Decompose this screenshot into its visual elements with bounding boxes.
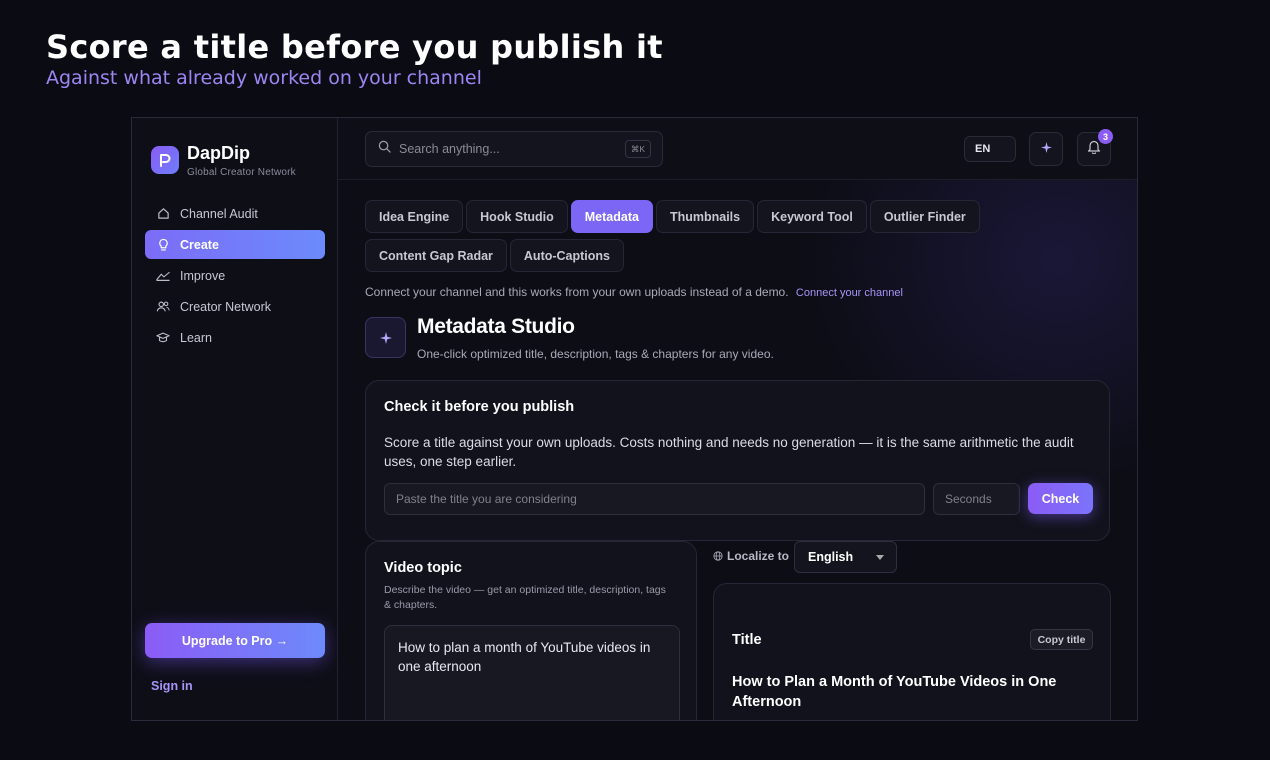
topic-textarea[interactable]: How to plan a month of YouTube videos in… <box>384 625 680 720</box>
app-window: DapDip Global Creator Network Channel Au… <box>131 117 1138 721</box>
sidebar-item-channel-audit[interactable]: Channel Audit <box>145 199 325 228</box>
sidebar-item-label: Channel Audit <box>180 206 258 221</box>
search-box[interactable]: ⌘K <box>365 131 663 167</box>
globe-icon <box>713 551 723 561</box>
sparkle-icon <box>1040 140 1052 158</box>
card-title: Check it before you publish <box>384 399 575 415</box>
lightbulb-icon <box>156 238 170 252</box>
check-button[interactable]: Check <box>1028 483 1093 514</box>
sign-in-link[interactable]: Sign in <box>151 679 193 693</box>
language-switcher[interactable]: EN <box>964 136 1016 162</box>
connect-text: Connect your channel and this works from… <box>365 285 789 299</box>
language-select[interactable]: English <box>794 541 897 573</box>
connect-notice: Connect your channel and this works from… <box>365 285 903 299</box>
generated-title-card: Title Copy title How to Plan a Month of … <box>713 583 1111 720</box>
hero-subtitle: Against what already worked on your chan… <box>46 67 482 89</box>
tab-content-gap-radar[interactable]: Content Gap Radar <box>365 239 507 272</box>
tab-thumbnails[interactable]: Thumbnails <box>655 200 755 233</box>
localize-text: Localize to <box>727 549 790 563</box>
connect-channel-link[interactable]: Connect your channel <box>796 287 903 299</box>
seconds-input[interactable] <box>933 483 1020 515</box>
copy-title-button[interactable]: Copy title <box>1030 629 1093 650</box>
sparkle-button[interactable] <box>1029 132 1063 166</box>
sidebar-item-improve[interactable]: Improve <box>145 261 325 290</box>
title-input[interactable] <box>384 483 925 515</box>
page-title: Metadata Studio <box>417 315 575 338</box>
card-description: Score a title against your own uploads. … <box>384 435 1074 469</box>
brand-name[interactable]: DapDip <box>187 143 250 164</box>
upgrade-button[interactable]: Upgrade to Pro → <box>145 623 325 658</box>
graduation-cap-icon <box>156 331 170 345</box>
tab-keyword-tool[interactable]: Keyword Tool <box>757 200 867 233</box>
tool-tabs: Idea Engine Hook Studio Metadata Thumbnails… <box>365 200 1125 278</box>
notifications-button[interactable]: 3 <box>1077 129 1113 166</box>
tab-idea-engine[interactable]: Idea Engine <box>365 200 464 233</box>
bell-icon <box>1087 139 1101 159</box>
card-description: Describe the video — get an optimized ti… <box>384 584 666 611</box>
page-subtitle: One-click optimized title, description, … <box>417 347 774 361</box>
sidebar-item-label: Improve <box>180 268 226 283</box>
brand-logo-icon[interactable] <box>151 146 179 174</box>
result-title-label: Title <box>732 632 762 648</box>
users-icon <box>156 300 170 314</box>
video-topic-card: Video topic Describe the video — get an … <box>365 541 697 720</box>
sidebar-item-create[interactable]: Create <box>145 230 325 259</box>
search-shortcut: ⌘K <box>624 140 651 158</box>
sidebar-item-creator-network[interactable]: Creator Network <box>145 292 325 321</box>
search-input[interactable] <box>399 142 619 156</box>
sidebar-item-label: Creator Network <box>180 299 271 314</box>
search-icon <box>378 140 391 158</box>
sidebar: DapDip Global Creator Network Channel Au… <box>132 118 338 720</box>
main-content: Idea Engine Hook Studio Metadata Thumbnails… <box>338 180 1137 720</box>
tab-hook-studio[interactable]: Hook Studio <box>466 200 568 233</box>
trend-icon <box>156 269 170 283</box>
sidebar-item-label: Learn <box>180 330 212 345</box>
title-check-card: Check it before you publish Score a titl… <box>365 380 1110 541</box>
sparkle-icon <box>365 317 406 358</box>
sidebar-item-label: Create <box>180 237 219 252</box>
card-title: Video topic <box>384 560 462 576</box>
tab-auto-captions[interactable]: Auto-Captions <box>509 239 625 272</box>
tab-metadata[interactable]: Metadata <box>570 200 653 233</box>
top-bar: ⌘K EN 3 <box>338 118 1137 180</box>
language-select-value: English <box>808 550 854 564</box>
home-icon <box>156 207 170 221</box>
hero-title: Score a title before you publish it <box>46 28 663 66</box>
localize-label: Localize to <box>713 549 789 563</box>
brand-tagline: Global Creator Network <box>187 167 296 178</box>
generated-title: How to Plan a Month of YouTube Videos in… <box>732 674 1057 710</box>
chevron-down-icon <box>876 555 884 560</box>
sidebar-nav: Channel Audit Create Improve Creator Net… <box>145 199 325 354</box>
tab-outlier-finder[interactable]: Outlier Finder <box>869 200 980 233</box>
sidebar-item-learn[interactable]: Learn <box>145 323 325 352</box>
notification-count-badge: 3 <box>1098 129 1113 144</box>
